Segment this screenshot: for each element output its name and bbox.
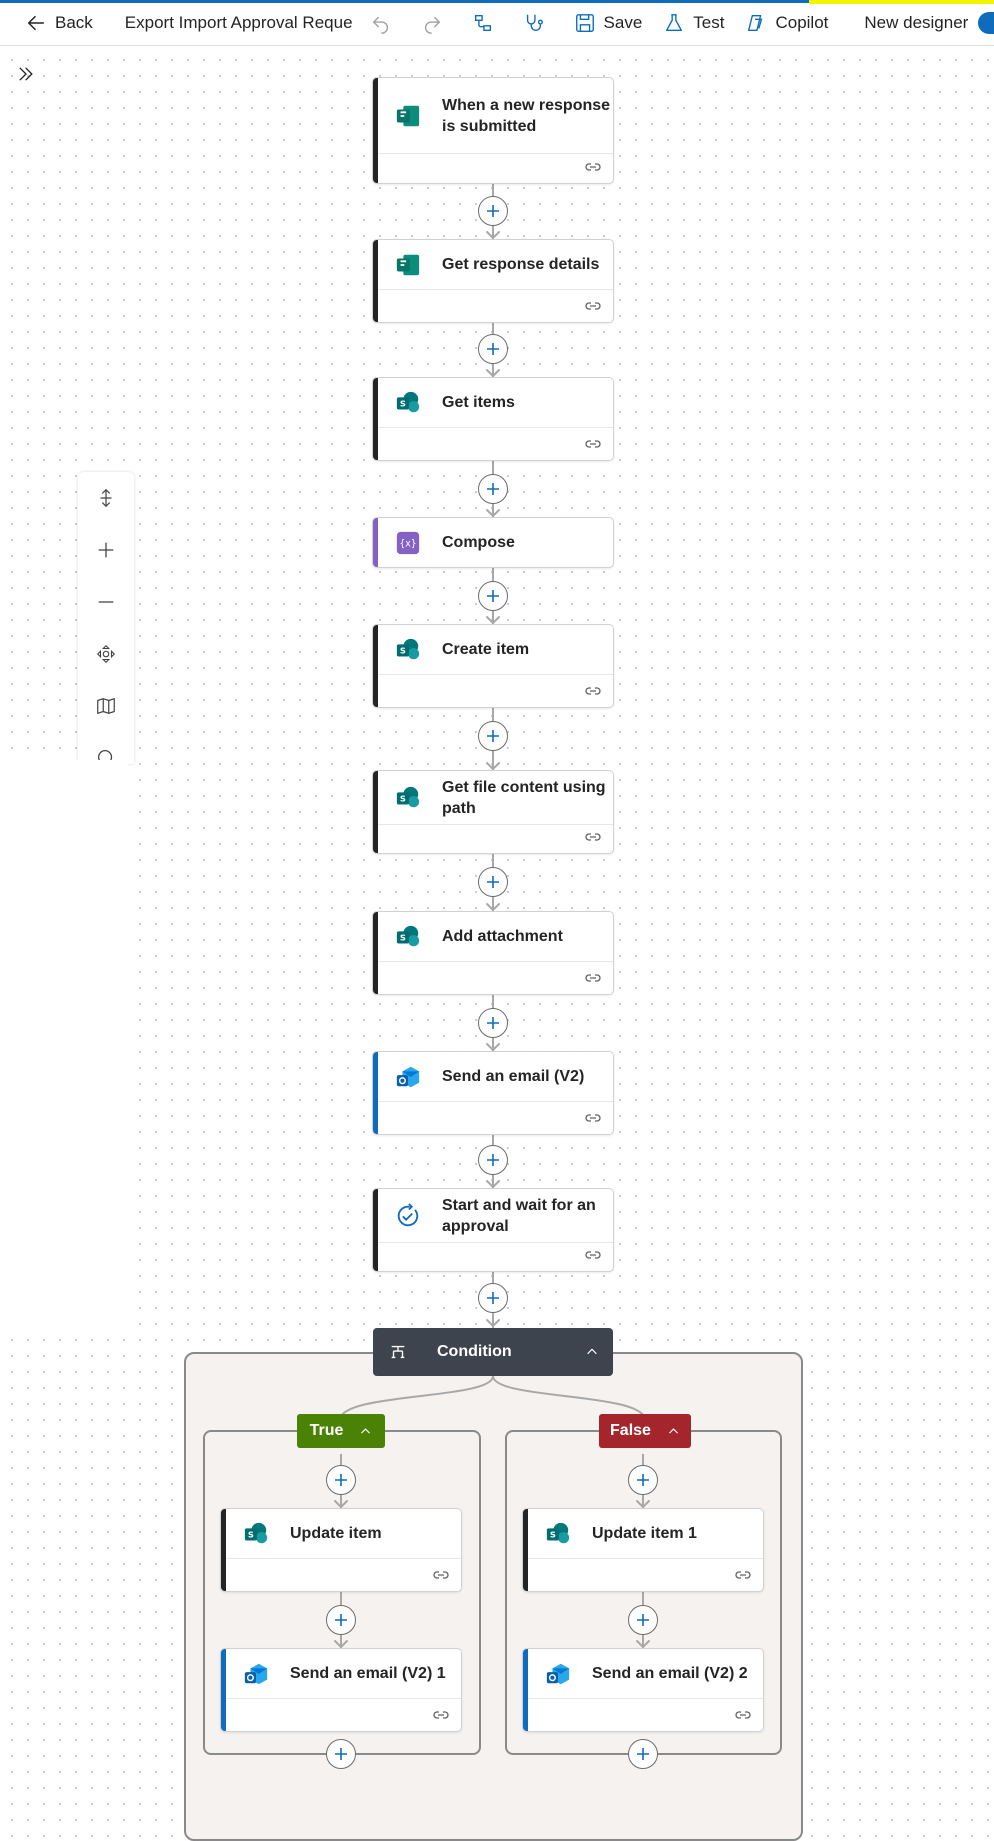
insert-step-button[interactable] xyxy=(326,1739,356,1769)
chevron-up-icon[interactable] xyxy=(585,1345,599,1359)
plus-icon xyxy=(487,1154,499,1166)
insert-step-button[interactable] xyxy=(326,1465,356,1495)
plus-icon xyxy=(637,1748,649,1760)
insert-step-button[interactable] xyxy=(478,721,508,751)
plus-icon xyxy=(637,1474,649,1486)
insert-step-button[interactable] xyxy=(478,581,508,611)
card-title: Update item 1 xyxy=(592,1525,697,1542)
plus-icon xyxy=(487,343,499,355)
insert-step-button[interactable] xyxy=(478,1008,508,1038)
link-icon xyxy=(433,1711,449,1719)
card-title: Send an email (V2) 2 xyxy=(592,1665,748,1682)
sharepoint-icon: S xyxy=(544,1520,572,1548)
false-label: False xyxy=(610,1422,651,1439)
svg-text:S: S xyxy=(248,1529,254,1539)
svg-text:S: S xyxy=(550,1529,556,1539)
link-icon xyxy=(735,1571,751,1579)
plus-icon xyxy=(487,483,499,495)
plus-icon xyxy=(637,1614,649,1626)
insert-step-button[interactable] xyxy=(478,1145,508,1175)
outlook-icon xyxy=(544,1660,572,1688)
plus-icon xyxy=(487,1017,499,1029)
insert-step-button[interactable] xyxy=(628,1739,658,1769)
plus-icon xyxy=(487,1292,499,1304)
insert-step-button[interactable] xyxy=(478,474,508,504)
plus-icon xyxy=(487,590,499,602)
plus-icon xyxy=(335,1748,347,1760)
card-title: Update item xyxy=(290,1525,382,1542)
insert-step-button[interactable] xyxy=(628,1465,658,1495)
send-email-1-card[interactable]: Send an email (V2) 1 xyxy=(221,1649,461,1731)
link-icon xyxy=(433,1571,449,1579)
plus-icon xyxy=(487,205,499,217)
insert-step-button[interactable] xyxy=(478,867,508,897)
insert-step-button[interactable] xyxy=(478,196,508,226)
true-branch-badge[interactable]: True xyxy=(297,1414,385,1448)
plus-icon xyxy=(487,730,499,742)
condition-header[interactable]: Condition xyxy=(373,1328,613,1376)
card-title: Send an email (V2) 1 xyxy=(290,1665,446,1682)
sharepoint-icon: S xyxy=(242,1520,270,1548)
outlook-icon xyxy=(242,1660,270,1688)
plus-icon xyxy=(335,1614,347,1626)
plus-icon xyxy=(335,1474,347,1486)
chevron-up-icon xyxy=(361,1427,371,1434)
update-item-1-card[interactable]: S Update item 1 xyxy=(523,1509,763,1591)
insert-step-button[interactable] xyxy=(478,1283,508,1313)
true-label: True xyxy=(309,1422,344,1439)
condition-icon xyxy=(391,1345,405,1359)
condition-title: Condition xyxy=(437,1343,512,1360)
chevron-up-icon xyxy=(668,1427,678,1434)
false-branch-badge[interactable]: False xyxy=(599,1414,691,1448)
link-icon xyxy=(735,1711,751,1719)
branch-connector-lines xyxy=(334,1375,650,1649)
plus-icon xyxy=(487,876,499,888)
update-item-card[interactable]: S Update item xyxy=(221,1509,461,1591)
insert-step-button[interactable] xyxy=(326,1605,356,1635)
insert-step-button[interactable] xyxy=(628,1605,658,1635)
insert-step-button[interactable] xyxy=(478,334,508,364)
send-email-2-card[interactable]: Send an email (V2) 2 xyxy=(523,1649,763,1731)
